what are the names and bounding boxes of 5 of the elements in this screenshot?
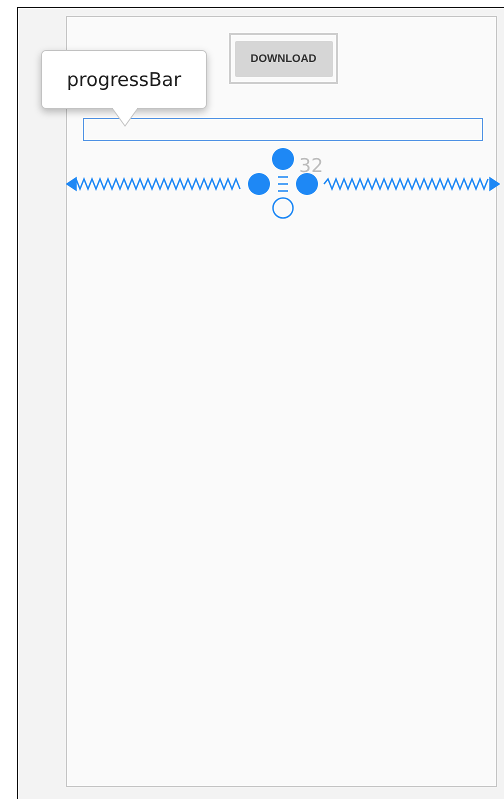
progress-bar[interactable] xyxy=(83,118,483,141)
constraint-drawing[interactable] xyxy=(66,148,500,219)
tooltip-text: progressBar xyxy=(66,68,182,90)
margin-label: 32 xyxy=(299,155,324,177)
download-button[interactable]: DOWNLOAD xyxy=(234,40,332,76)
